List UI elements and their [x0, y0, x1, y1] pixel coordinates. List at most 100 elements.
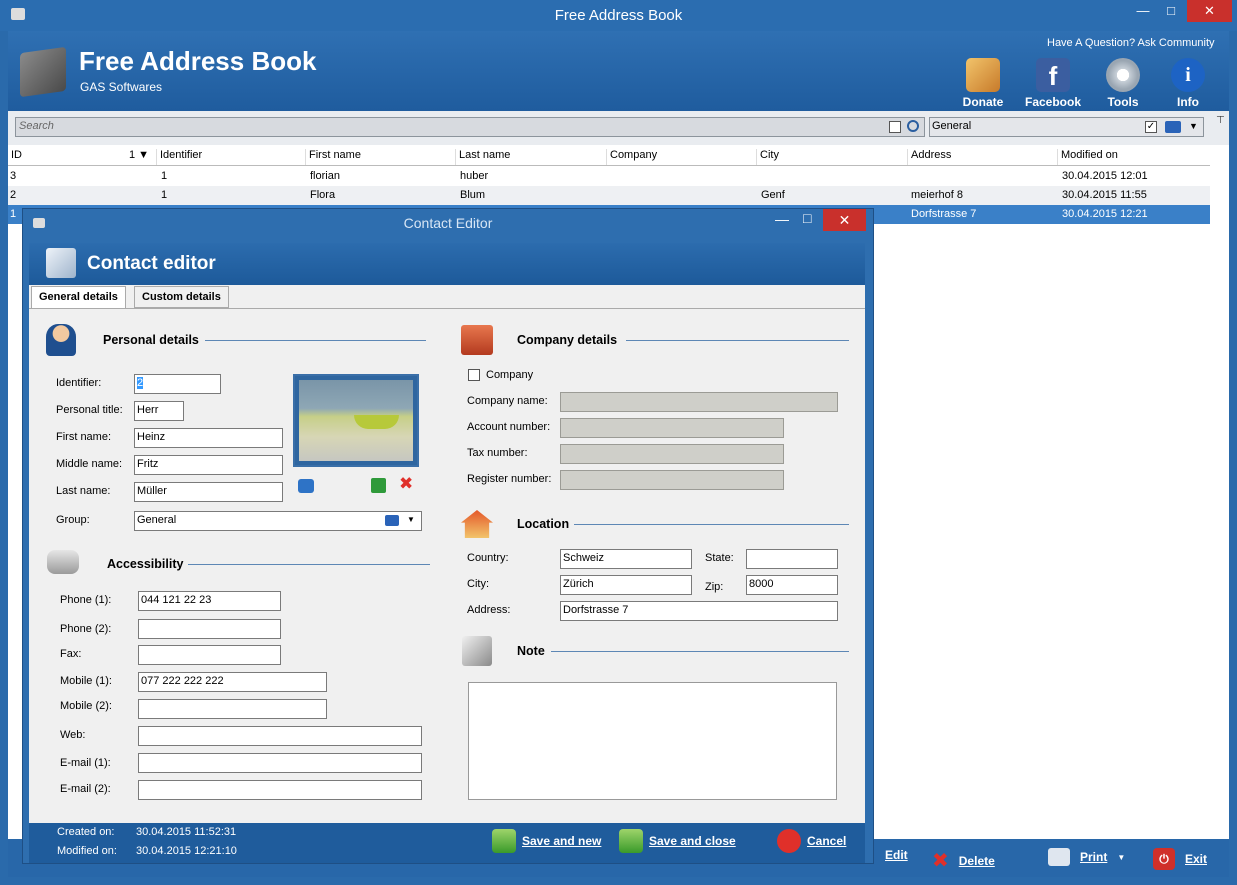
email2-field[interactable]: [138, 780, 422, 800]
personal-details-heading: Personal details: [103, 333, 199, 347]
register-number-field: [560, 470, 784, 490]
group-value: General: [137, 514, 177, 526]
col-identifier[interactable]: Identifier: [156, 149, 202, 165]
print-button[interactable]: Print ▼: [1048, 848, 1125, 866]
phone1-field[interactable]: 044 121 22 23: [138, 591, 281, 611]
mobile1-label: Mobile (1):: [60, 675, 112, 687]
group-select[interactable]: General ▼: [134, 511, 422, 531]
group-filter-select[interactable]: General: [929, 117, 1204, 137]
state-label: State:: [705, 552, 734, 564]
title-bar: Free Address Book — □ ✕: [0, 0, 1237, 31]
search-icon[interactable]: [907, 120, 919, 132]
search-checkbox[interactable]: [889, 121, 901, 133]
section-divider: [551, 651, 849, 652]
dialog-maximize-button[interactable]: □: [803, 210, 811, 226]
account-number-label: Account number:: [467, 421, 551, 433]
first-name-label: First name:: [56, 431, 112, 443]
col-first-name[interactable]: First name: [305, 149, 361, 165]
info-button[interactable]: i Info: [1160, 58, 1216, 109]
person-icon: [46, 324, 76, 356]
section-divider: [574, 524, 849, 525]
delete-photo-icon[interactable]: ✖: [399, 474, 413, 494]
first-name-field[interactable]: Heinz: [134, 428, 283, 448]
dialog-minimize-button[interactable]: —: [775, 211, 789, 227]
address-label: Address:: [467, 604, 511, 616]
edit-contact-icon: [46, 248, 76, 278]
close-button[interactable]: ✕: [1187, 0, 1232, 22]
city-field[interactable]: Zürich: [560, 575, 692, 595]
address-field[interactable]: Dorfstrasse 7: [560, 601, 838, 621]
email1-label: E-mail (1):: [60, 757, 111, 769]
cancel-button[interactable]: Cancel: [777, 829, 846, 853]
contact-photo[interactable]: [293, 374, 419, 467]
mobile1-field[interactable]: 077 222 222 222: [138, 672, 327, 692]
chevron-down-icon[interactable]: ▼: [1189, 121, 1198, 131]
col-id[interactable]: ID: [8, 149, 22, 165]
exit-button[interactable]: ⏻ Exit: [1153, 848, 1207, 870]
section-divider: [626, 340, 849, 341]
col-company[interactable]: Company: [606, 149, 657, 165]
identifier-field[interactable]: 2: [134, 374, 221, 394]
personal-title-field[interactable]: Herr: [134, 401, 184, 421]
save-new-icon: [492, 829, 516, 853]
company-checkbox[interactable]: [468, 369, 480, 381]
col-address[interactable]: Address: [907, 149, 951, 165]
company-checkbox-label: Company: [486, 369, 534, 381]
save-photo-icon[interactable]: [371, 478, 386, 493]
save-and-new-button[interactable]: Save and new: [492, 829, 601, 853]
save-and-close-button[interactable]: Save and close: [619, 829, 736, 853]
phone2-field[interactable]: [138, 619, 281, 639]
add-photo-icon[interactable]: [298, 479, 314, 493]
company-details-heading: Company details: [517, 333, 618, 347]
save-close-icon: [619, 829, 643, 853]
state-field[interactable]: [746, 549, 838, 569]
pin-icon[interactable]: ⊤: [1216, 115, 1225, 126]
minimize-button[interactable]: —: [1129, 0, 1157, 22]
created-on-value: 30.04.2015 11:52:31: [136, 826, 237, 838]
col-modified-on[interactable]: Modified on: [1057, 149, 1118, 165]
delete-icon: ✖: [932, 850, 949, 872]
fax-field[interactable]: [138, 645, 281, 665]
tools-button[interactable]: Tools: [1095, 58, 1151, 109]
mobile2-field[interactable]: [138, 699, 327, 719]
facebook-button[interactable]: f Facebook: [1025, 58, 1081, 109]
dialog-title: Contact Editor: [403, 215, 493, 231]
donate-button[interactable]: Donate: [955, 58, 1011, 109]
maximize-button[interactable]: □: [1157, 0, 1185, 22]
ask-community-link[interactable]: Ask Community: [1138, 37, 1215, 49]
phone1-label: Phone (1):: [60, 594, 112, 606]
note-pen-icon: [462, 636, 492, 666]
edit-button[interactable]: Edit: [885, 848, 908, 862]
last-name-label: Last name:: [56, 485, 111, 497]
group-filter-checkbox[interactable]: ✓: [1145, 121, 1157, 133]
country-field[interactable]: Schweiz: [560, 549, 692, 569]
note-heading: Note: [517, 644, 545, 658]
tab-custom-details[interactable]: Custom details: [134, 286, 229, 308]
zip-field[interactable]: 8000: [746, 575, 838, 595]
facebook-icon: f: [1036, 58, 1070, 92]
col-last-name[interactable]: Last name: [455, 149, 510, 165]
email2-label: E-mail (2):: [60, 783, 111, 795]
table-row[interactable]: 21 Flora Blum Genf meierhof 8 30.04.2015 1…: [8, 186, 1210, 205]
dialog-close-button[interactable]: ✕: [823, 209, 866, 231]
web-field[interactable]: [138, 726, 422, 746]
group-label: Group:: [56, 514, 90, 526]
last-name-field[interactable]: Müller: [134, 482, 283, 502]
email1-field[interactable]: [138, 753, 422, 773]
have-a-question-link[interactable]: Have A Question?: [1047, 37, 1135, 49]
search-input[interactable]: Search: [15, 117, 925, 137]
factory-icon: [461, 325, 493, 355]
group-folder-icon: [385, 515, 399, 526]
tab-divider: [29, 308, 865, 309]
note-textarea[interactable]: [468, 682, 837, 800]
mobile2-label: Mobile (2):: [60, 700, 112, 712]
donate-icon: [966, 58, 1000, 92]
col-city[interactable]: City: [756, 149, 779, 165]
delete-button[interactable]: ✖ Delete: [932, 848, 995, 873]
middle-name-field[interactable]: Fritz: [134, 455, 283, 475]
tab-general-details[interactable]: General details: [31, 286, 126, 308]
personal-title-label: Personal title:: [56, 404, 123, 416]
table-row[interactable]: 31 florian huber 30.04.2015 12:01: [8, 167, 1210, 186]
app-subtitle: GAS Softwares: [80, 80, 163, 94]
modified-on-value: 30.04.2015 12:21:10: [136, 845, 237, 857]
